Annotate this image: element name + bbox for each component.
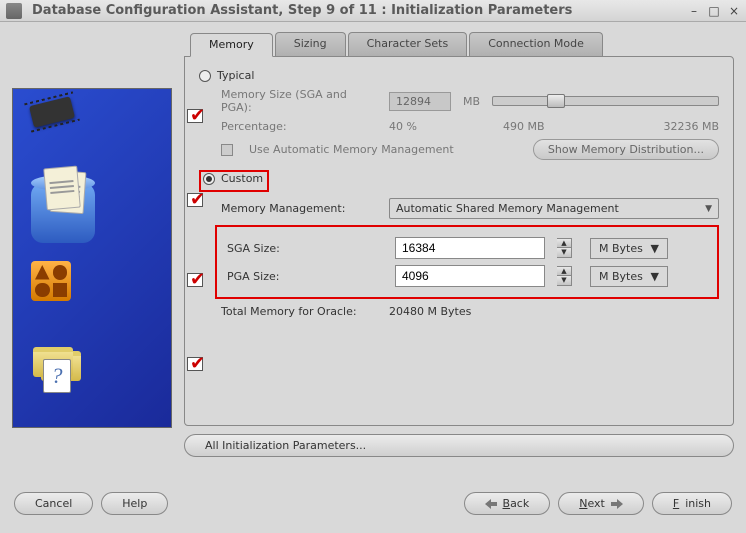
total-memory-label: Total Memory for Oracle:	[221, 305, 377, 318]
chevron-down-icon: ▼	[651, 270, 659, 283]
spinner-up-icon[interactable]: ▲	[557, 239, 571, 248]
step-check-icon: ✔	[187, 357, 207, 375]
maximize-button[interactable]: □	[708, 5, 720, 17]
memory-size-label: Memory Size (SGA and PGA):	[221, 88, 377, 114]
minimize-button[interactable]: –	[688, 5, 700, 17]
percentage-label: Percentage:	[221, 120, 377, 133]
help-button[interactable]: Help	[101, 492, 168, 515]
slider-mid-value: 490 MB	[503, 120, 563, 133]
auto-memory-label: Use Automatic Memory Management	[249, 143, 521, 156]
sga-spinner[interactable]: ▲▼	[557, 238, 572, 258]
sga-size-input[interactable]	[395, 237, 545, 259]
auto-memory-checkbox	[221, 144, 233, 156]
show-memory-distribution-button: Show Memory Distribution...	[533, 139, 719, 160]
chevron-down-icon: ▼	[651, 242, 659, 255]
total-memory-value: 20480 M Bytes	[389, 305, 471, 318]
tab-connection-mode[interactable]: Connection Mode	[469, 32, 603, 56]
memory-management-value: Automatic Shared Memory Management	[396, 202, 619, 215]
pga-unit-value: M Bytes	[599, 270, 643, 283]
pga-size-label: PGA Size:	[227, 270, 383, 283]
typical-radio[interactable]	[199, 70, 211, 82]
finish-button[interactable]: Finish	[652, 492, 732, 515]
arrow-right-icon	[611, 499, 623, 509]
wizard-step-help-icon: ?	[31, 345, 81, 387]
step-check-icon: ✔	[187, 193, 207, 211]
memory-management-dropdown[interactable]: Automatic Shared Memory Management ▼	[389, 198, 719, 219]
memory-panel: Typical Memory Size (SGA and PGA): 12894…	[184, 56, 734, 426]
finish-label: inish	[685, 497, 711, 510]
typical-label: Typical	[217, 69, 254, 82]
back-button[interactable]: Back	[464, 492, 551, 515]
memory-management-label: Memory Management:	[221, 202, 377, 215]
window-title: Database Configuration Assistant, Step 9…	[32, 3, 688, 18]
slider-max-value: 32236 MB	[663, 120, 719, 133]
spinner-up-icon[interactable]: ▲	[557, 267, 571, 276]
tab-sizing[interactable]: Sizing	[275, 32, 346, 56]
sga-size-label: SGA Size:	[227, 242, 383, 255]
next-button[interactable]: Next	[558, 492, 644, 515]
spinner-down-icon[interactable]: ▼	[557, 276, 571, 285]
pga-spinner[interactable]: ▲▼	[557, 266, 572, 286]
memory-slider	[492, 96, 719, 106]
cancel-button[interactable]: Cancel	[14, 492, 93, 515]
app-icon	[6, 3, 22, 19]
custom-radio[interactable]	[203, 173, 215, 185]
pga-size-input[interactable]	[395, 265, 545, 287]
all-initialization-parameters-button[interactable]: All Initialization Parameters...	[184, 434, 734, 457]
step-check-icon: ✔	[187, 109, 207, 127]
tab-character-sets[interactable]: Character Sets	[348, 32, 468, 56]
wizard-button-bar: Cancel Help Back Next Finish	[0, 482, 746, 525]
back-label: ack	[510, 497, 529, 510]
wizard-step-storage-icon	[31, 183, 95, 243]
memory-size-field: 12894	[389, 92, 451, 111]
slider-thumb-icon	[547, 94, 565, 108]
titlebar: Database Configuration Assistant, Step 9…	[0, 0, 746, 22]
percentage-value: 40 %	[389, 120, 451, 133]
pga-unit-dropdown[interactable]: M Bytes ▼	[590, 266, 668, 287]
memory-size-unit: MB	[463, 95, 480, 108]
tabs: Memory Sizing Character Sets Connection …	[190, 32, 734, 56]
sga-unit-value: M Bytes	[599, 242, 643, 255]
spinner-down-icon[interactable]: ▼	[557, 248, 571, 257]
wizard-sidebar: ? ✔ ✔ ✔ ✔	[12, 88, 172, 428]
chevron-down-icon: ▼	[705, 204, 712, 214]
close-button[interactable]: ×	[728, 5, 740, 17]
next-label: ext	[587, 497, 604, 510]
sga-unit-dropdown[interactable]: M Bytes ▼	[590, 238, 668, 259]
arrow-left-icon	[485, 499, 497, 509]
tab-memory[interactable]: Memory	[190, 33, 273, 57]
step-check-icon: ✔	[187, 273, 207, 291]
custom-label: Custom	[221, 172, 263, 185]
wizard-step-options-icon	[31, 261, 71, 301]
wizard-step-hardware-icon	[31, 101, 73, 123]
